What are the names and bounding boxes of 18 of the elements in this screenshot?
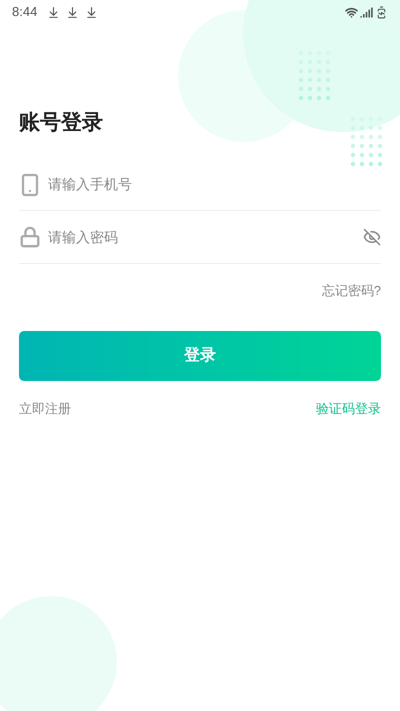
wifi-icon [345,6,358,18]
login-button[interactable]: 登录 [19,330,381,380]
register-link[interactable]: 立即注册 [19,398,71,418]
status-time: 8:44 [12,3,38,22]
sms-login-link[interactable]: 验证码登录 [316,398,381,418]
download-icon [47,6,60,18]
dot-grid-drawing [350,116,383,167]
download-icon [85,6,98,18]
dot-grid-drawing [298,50,331,101]
password-field[interactable]: 请输入密码 [48,226,363,248]
download-icon [66,6,80,18]
page-title: 账号登录 [19,110,103,136]
lock-icon [19,226,41,248]
forgot-password-link[interactable]: 忘记密码? [322,281,381,300]
visibility-toggle[interactable] [363,228,381,246]
battery-icon [375,6,388,18]
signal-icon [360,6,373,18]
phone-field[interactable]: 请输入手机号 [48,174,381,195]
